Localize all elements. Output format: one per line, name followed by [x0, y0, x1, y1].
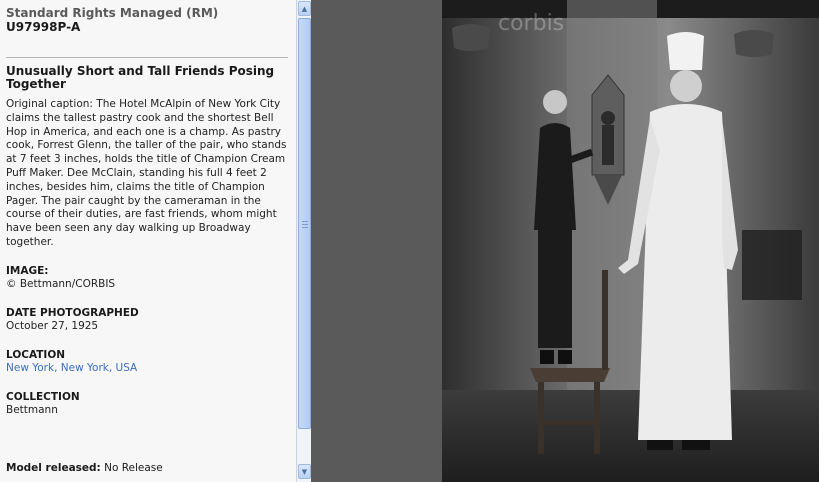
info-panel: Standard Rights Managed (RM) U97998P-A U…: [0, 0, 296, 482]
info-panel-scrollbar[interactable]: ▲ ▼: [296, 0, 311, 482]
image-credit-section: IMAGE: © Bettmann/CORBIS: [6, 265, 288, 292]
image-credit-value: © Bettmann/CORBIS: [6, 278, 116, 291]
image-viewer: corbis: [311, 0, 819, 482]
date-section: DATE PHOTOGRAPHED October 27, 1925: [6, 307, 288, 334]
date-value: October 27, 1925: [6, 320, 99, 333]
date-label: DATE PHOTOGRAPHED: [6, 306, 139, 319]
image-id: U97998P-A: [6, 20, 81, 34]
photo: corbis: [442, 0, 819, 482]
location-link[interactable]: New York, New York, USA: [6, 362, 288, 376]
collection-label: COLLECTION: [6, 390, 80, 403]
photo-illustration: corbis: [442, 0, 819, 482]
location-label: LOCATION: [6, 348, 66, 361]
image-title: Unusually Short and Tall Friends Posing …: [6, 64, 275, 91]
model-release: Model released: No Release: [6, 462, 163, 476]
collection-value: Bettmann: [6, 404, 58, 417]
scroll-down-button[interactable]: ▼: [298, 464, 311, 479]
image-credit-label: IMAGE:: [6, 264, 49, 277]
watermark-text: corbis: [498, 11, 564, 36]
arrow-up-icon: ▲: [301, 4, 308, 13]
grip-icon: [302, 221, 308, 228]
scroll-up-button[interactable]: ▲: [298, 1, 311, 16]
scrollbar-thumb[interactable]: [298, 18, 311, 429]
collection-section: COLLECTION Bettmann: [6, 391, 288, 418]
image-caption: Original caption: The Hotel McAlpin of N…: [6, 98, 287, 248]
divider: [6, 57, 288, 58]
license-type: Standard Rights Managed (RM): [6, 6, 219, 20]
info-panel-content: Standard Rights Managed (RM) U97998P-A U…: [0, 0, 296, 418]
model-release-label: Model released:: [6, 462, 101, 474]
arrow-down-icon: ▼: [301, 467, 308, 476]
location-section: LOCATION New York, New York, USA: [6, 349, 288, 376]
model-release-value: No Release: [104, 462, 163, 474]
